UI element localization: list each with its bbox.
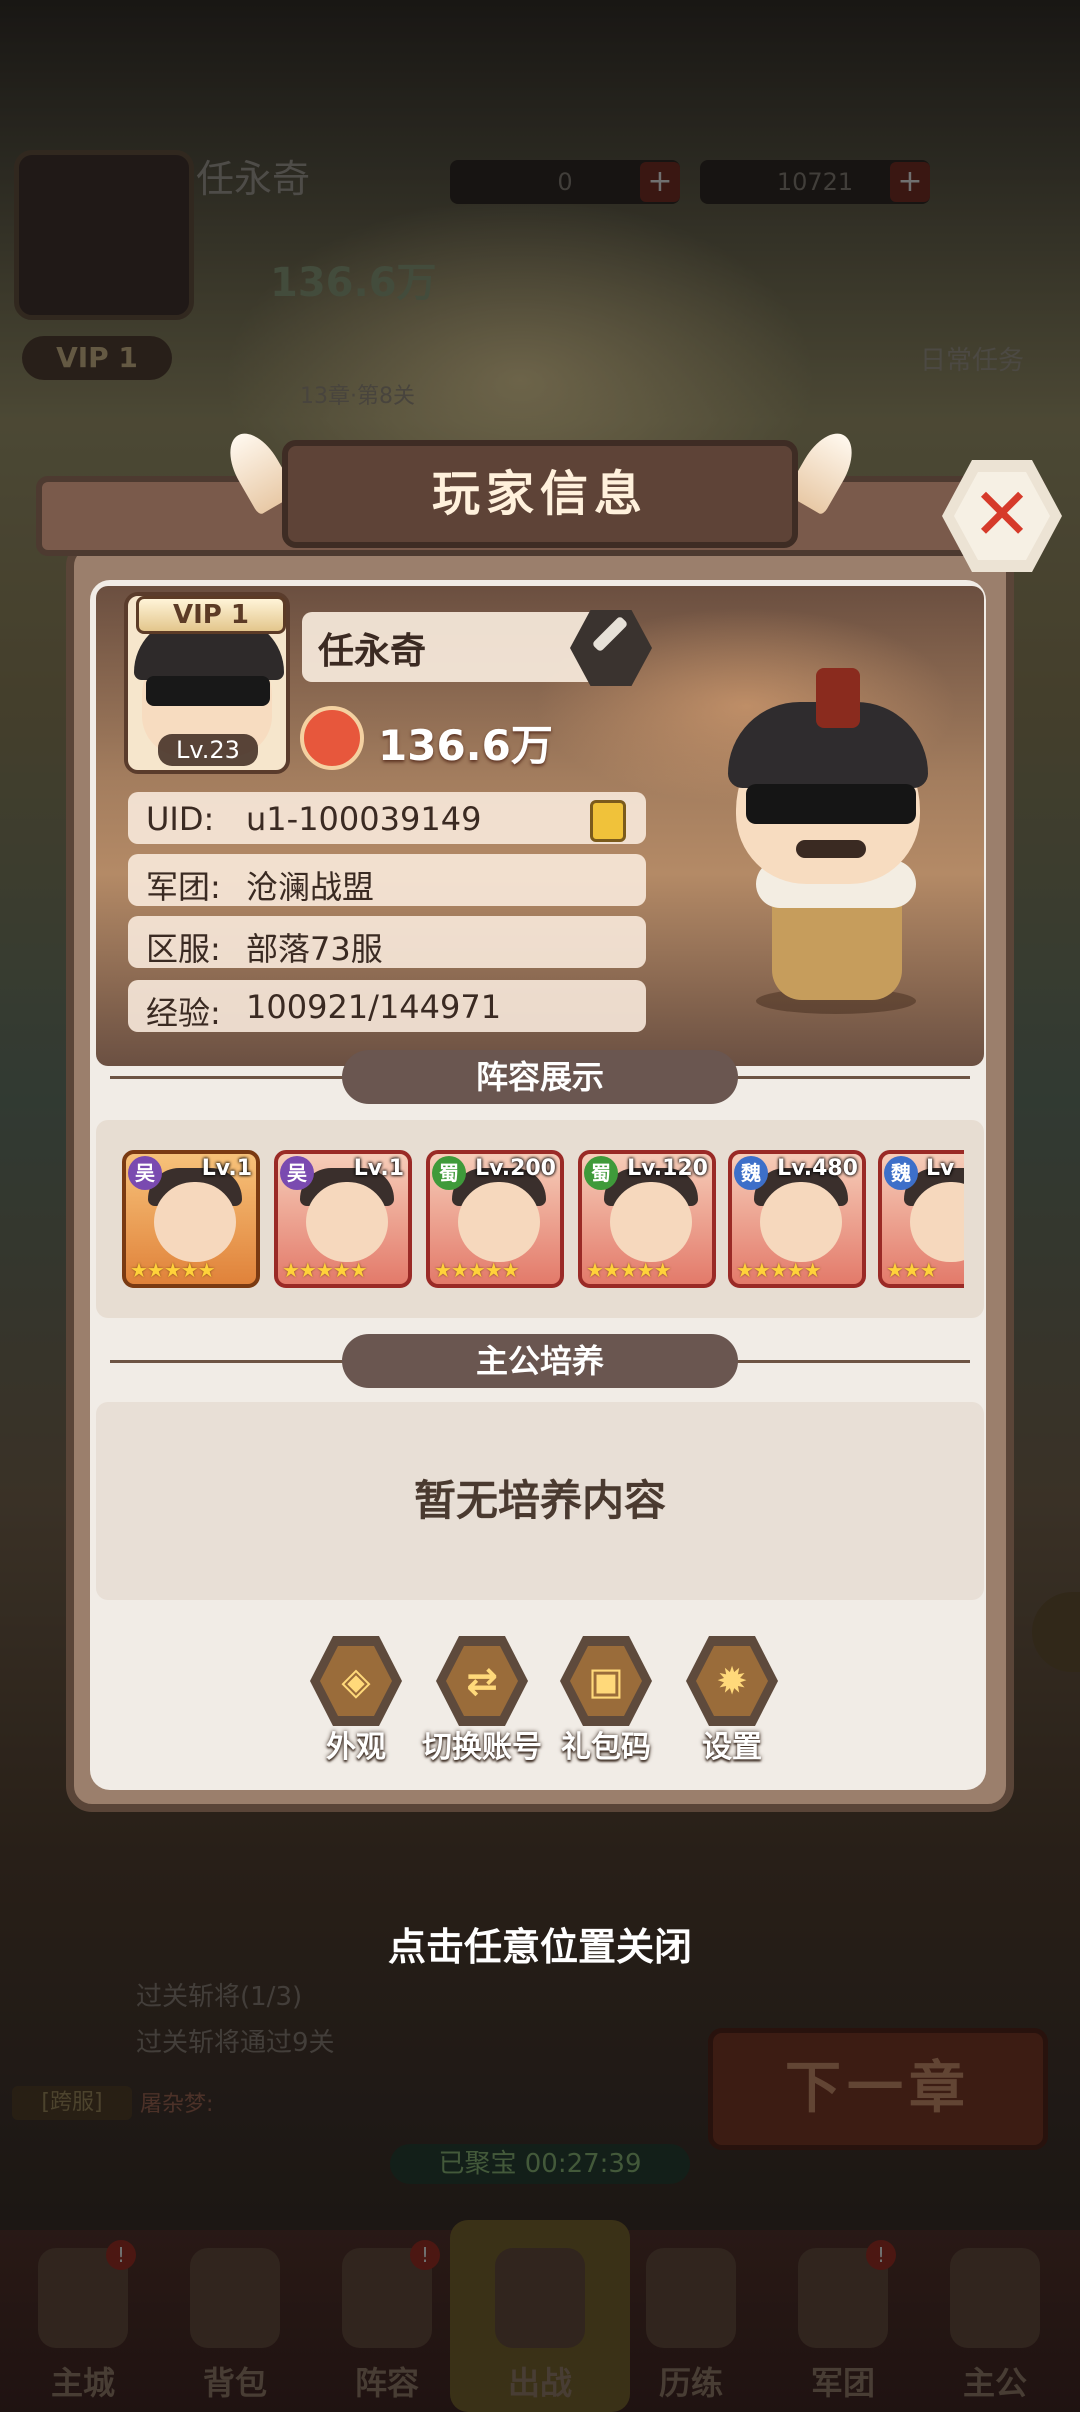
hero-stars: ★★★ [886,1258,938,1282]
hero-face [306,1182,388,1262]
faction-badge: 吴 [128,1156,162,1190]
hero-card[interactable]: 魏 Lv.480 ★★★★★ [728,1150,866,1288]
settings-label[interactable]: 设置 [662,1722,802,1766]
gear-glyph: ✹ [716,1659,748,1703]
avatar-sunglasses [146,676,270,706]
cultivation-empty-text: 暂无培养内容 [413,1476,666,1525]
hero-stars: ★★★★★ [736,1258,822,1282]
hero-level: Lv.1 [353,1156,404,1181]
server-label: 区服: [146,930,221,968]
player-name: 任永奇 [318,631,427,672]
switch-glyph: ⇄ [466,1659,498,1703]
hero-stars: ★★★★★ [130,1258,216,1282]
character-hat [816,668,860,728]
uid-value: u1-100039149 [246,800,482,838]
tap-to-close-hint[interactable]: 点击任意位置关闭 [0,1916,1080,1971]
gift-code-glyph: ▣ [588,1659,624,1703]
character-sunglasses [746,784,916,824]
legion-value: 沧澜战盟 [246,868,375,906]
faction-badge: 蜀 [584,1156,618,1190]
hero-stars: ★★★★★ [282,1258,368,1282]
faction-badge: 魏 [734,1156,768,1190]
copy-icon[interactable] [590,800,626,842]
hero-card[interactable]: 魏 Lv ★★★ [878,1150,964,1288]
close-icon[interactable]: ✕ [954,466,1050,562]
combat-power: 136.6万 [378,721,553,770]
hero-card[interactable]: 蜀 Lv.120 ★★★★★ [578,1150,716,1288]
hero-face [458,1182,540,1262]
legion-label: 军团: [146,868,221,906]
hero-face [610,1182,692,1262]
hero-level: Lv.200 [475,1156,556,1181]
hero-level: Lv.480 [777,1156,858,1181]
hero-card[interactable]: 吴 Lv.1 ★★★★★ [122,1150,260,1288]
hero-card[interactable]: 吴 Lv.1 ★★★★★ [274,1150,412,1288]
vip-badge: VIP 1 [136,596,286,634]
switch-account-label[interactable]: 切换账号 [412,1722,552,1766]
hero-level: Lv.1 [201,1156,252,1181]
gift-code-label[interactable]: 礼包码 [536,1722,676,1766]
appearance-label[interactable]: 外观 [286,1722,426,1766]
hero-face [154,1182,236,1262]
hero-face [760,1182,842,1262]
character-mustache [796,840,866,858]
exp-value: 100921/144971 [246,988,502,1026]
hero-level: Lv.120 [627,1156,708,1181]
faction-badge: 吴 [280,1156,314,1190]
avatar-level: Lv.23 [158,734,258,766]
faction-badge: 蜀 [432,1156,466,1190]
server-value: 部落73服 [246,930,383,968]
cultivation-title: 主公培养 [475,1342,604,1380]
mask-glyph: ◈ [341,1659,371,1703]
exp-label: 经验: [146,994,221,1032]
hero-level: Lv [926,1156,955,1181]
uid-label: UID: [146,800,215,838]
faction-badge: 魏 [884,1156,918,1190]
hero-card[interactable]: 蜀 Lv.200 ★★★★★ [426,1150,564,1288]
hero-stars: ★★★★★ [434,1258,520,1282]
hero-stars: ★★★★★ [586,1258,672,1282]
combat-power-icon [300,706,364,770]
dialog-title: 玩家信息 [431,466,648,522]
lineup-title: 阵容展示 [475,1058,604,1096]
